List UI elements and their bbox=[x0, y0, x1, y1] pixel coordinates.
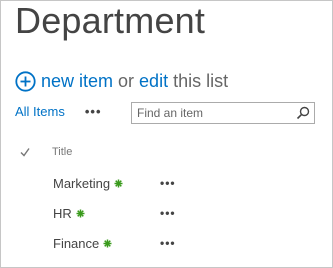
view-all-items[interactable]: All Items bbox=[15, 104, 65, 119]
plus-circle-icon[interactable] bbox=[15, 70, 36, 92]
column-header-title[interactable]: Title bbox=[52, 144, 72, 160]
search-box bbox=[131, 102, 315, 124]
view-more-button[interactable]: ••• bbox=[85, 105, 102, 118]
item-title-link[interactable]: Marketing bbox=[53, 176, 110, 191]
item-more-button[interactable]: ••• bbox=[160, 204, 176, 222]
item-title-link[interactable]: HR bbox=[53, 206, 72, 221]
command-bar: new item or edit this list bbox=[15, 69, 233, 93]
item-more-button[interactable]: ••• bbox=[160, 174, 176, 192]
search-icon[interactable] bbox=[296, 106, 310, 120]
new-item-icon bbox=[114, 179, 123, 187]
new-item-link[interactable]: new item bbox=[41, 71, 113, 92]
list-item: Finance bbox=[53, 234, 112, 252]
list-web-part: Department new item or edit this list Al… bbox=[0, 0, 333, 268]
page-title: Department bbox=[15, 0, 206, 41]
list-header: Title bbox=[20, 144, 72, 160]
list-item: HR bbox=[53, 204, 85, 222]
view-selector: All Items ••• bbox=[15, 104, 102, 119]
edit-link[interactable]: edit bbox=[139, 71, 168, 92]
new-item-icon bbox=[103, 239, 112, 247]
item-title-link[interactable]: Finance bbox=[53, 236, 99, 251]
list-item: Marketing bbox=[53, 174, 123, 192]
new-item-icon bbox=[76, 209, 85, 217]
or-text: or bbox=[118, 70, 135, 91]
checkmark-icon[interactable] bbox=[20, 147, 30, 157]
search-input[interactable] bbox=[132, 103, 292, 123]
this-list-text: this list bbox=[173, 70, 229, 91]
item-more-button[interactable]: ••• bbox=[160, 234, 176, 252]
